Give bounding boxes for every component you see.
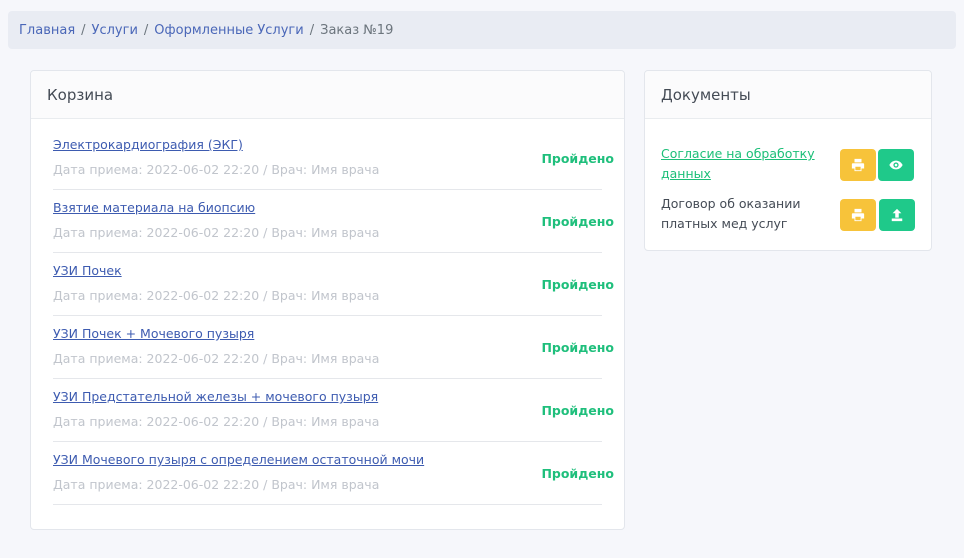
print-icon	[851, 208, 865, 222]
breadcrumb-home[interactable]: Главная	[19, 23, 75, 38]
view-button[interactable]	[878, 149, 914, 181]
status-badge: Пройдено	[541, 403, 614, 418]
print-button[interactable]	[840, 199, 876, 231]
breadcrumb-ordered-services[interactable]: Оформленные Услуги	[154, 23, 303, 38]
print-icon	[851, 158, 865, 172]
service-item: УЗИ Предстательной железы + мочевого пуз…	[53, 379, 614, 442]
breadcrumb-separator: /	[309, 22, 315, 38]
status-badge: Пройдено	[541, 277, 614, 292]
service-meta: Дата приема: 2022-06-02 22:20 / Врач: Им…	[53, 288, 380, 303]
service-meta: Дата приема: 2022-06-02 22:20 / Врач: Им…	[53, 162, 380, 177]
breadcrumb-separator: /	[81, 22, 86, 38]
service-name-link[interactable]: Электрокардиография (ЭКГ)	[53, 137, 243, 152]
document-row: Согласие на обработку данных	[645, 144, 931, 194]
documents-card: Документы Согласие на обработку данных Д…	[644, 70, 932, 251]
documents-title: Документы	[645, 71, 931, 119]
service-list: Электрокардиография (ЭКГ) Дата приема: 2…	[31, 127, 624, 505]
service-item: Взятие материала на биопсию Дата приема:…	[53, 190, 614, 253]
service-item: Электрокардиография (ЭКГ) Дата приема: 2…	[53, 127, 614, 190]
service-name-link[interactable]: УЗИ Предстательной железы + мочевого пуз…	[53, 389, 378, 404]
breadcrumb-current: Заказ №19	[320, 22, 394, 38]
cart-card: Корзина Электрокардиография (ЭКГ) Дата п…	[30, 70, 625, 530]
service-name-link[interactable]: УЗИ Почек	[53, 263, 122, 278]
contract-document-label: Договор об оказании платных мед услуг	[661, 196, 801, 231]
breadcrumb-services[interactable]: Услуги	[92, 23, 138, 38]
status-badge: Пройдено	[541, 151, 614, 166]
service-name-link[interactable]: УЗИ Почек + Мочевого пузыря	[53, 326, 254, 341]
service-name-link[interactable]: Взятие материала на биопсию	[53, 200, 255, 215]
upload-button[interactable]	[879, 199, 915, 231]
print-button[interactable]	[840, 149, 876, 181]
service-item: УЗИ Почек Дата приема: 2022-06-02 22:20 …	[53, 253, 614, 316]
status-badge: Пройдено	[541, 214, 614, 229]
status-badge: Пройдено	[541, 466, 614, 481]
service-name-link[interactable]: УЗИ Мочевого пузыря с определением остат…	[53, 452, 424, 467]
status-badge: Пройдено	[541, 340, 614, 355]
eye-icon	[889, 160, 903, 170]
cart-title: Корзина	[31, 71, 624, 119]
service-meta: Дата приема: 2022-06-02 22:20 / Врач: Им…	[53, 477, 380, 492]
upload-icon	[891, 208, 903, 222]
service-item: УЗИ Почек + Мочевого пузыря Дата приема:…	[53, 316, 614, 379]
breadcrumb: Главная / Услуги / Оформленные Услуги / …	[8, 11, 956, 49]
service-meta: Дата приема: 2022-06-02 22:20 / Врач: Им…	[53, 351, 380, 366]
consent-document-link[interactable]: Согласие на обработку данных	[661, 144, 831, 184]
document-row: Договор об оказании платных мед услуг	[645, 194, 931, 244]
service-meta: Дата приема: 2022-06-02 22:20 / Врач: Им…	[53, 414, 380, 429]
breadcrumb-separator: /	[143, 22, 149, 38]
service-item: УЗИ Мочевого пузыря с определением остат…	[53, 442, 614, 505]
service-meta: Дата приема: 2022-06-02 22:20 / Врач: Им…	[53, 225, 380, 240]
